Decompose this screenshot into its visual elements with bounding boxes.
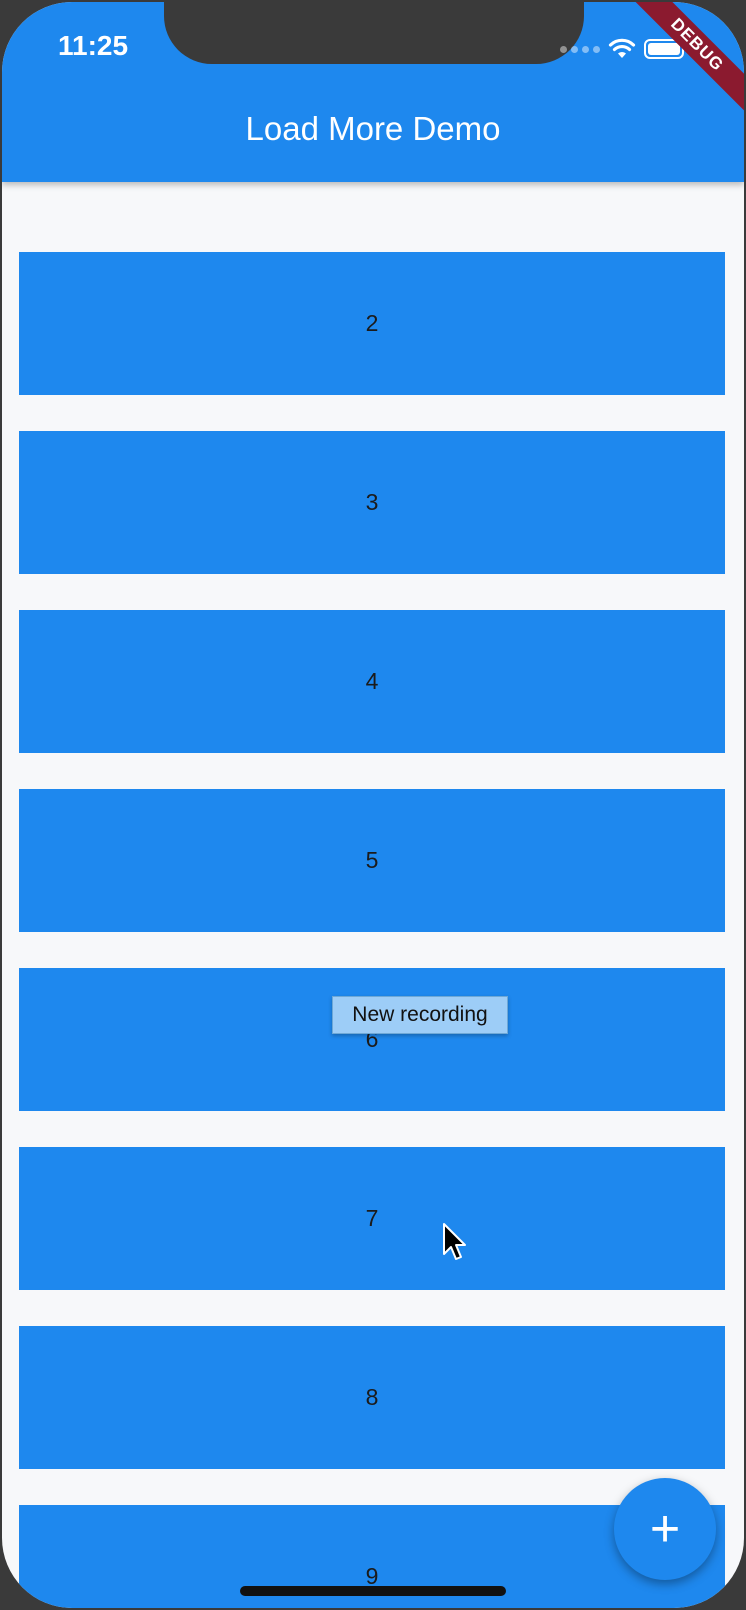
list-item[interactable]: 4 [19, 610, 725, 753]
add-button[interactable]: + [614, 1478, 716, 1580]
list-item[interactable]: 8 [19, 1326, 725, 1469]
plus-icon: + [649, 1500, 681, 1558]
app-screen: 2 3 4 5 6 7 8 9 Load More Demo 11:25 DEB… [2, 2, 744, 1608]
status-time: 11:25 [58, 30, 129, 61]
list-item-label: 4 [365, 668, 379, 694]
device-notch [164, 2, 584, 64]
item-list[interactable]: 2 3 4 5 6 7 8 9 [2, 2, 744, 1608]
recording-tooltip: New recording [332, 996, 508, 1034]
home-indicator[interactable] [240, 1586, 506, 1596]
list-item[interactable]: 7 [19, 1147, 725, 1290]
list-item[interactable]: 3 [19, 431, 725, 574]
list-item-label: 8 [365, 1384, 379, 1410]
page-title: Load More Demo [245, 110, 501, 147]
list-item[interactable]: 6 [19, 968, 725, 1111]
device-frame: 2 3 4 5 6 7 8 9 Load More Demo 11:25 DEB… [0, 0, 746, 1610]
cellular-signal-icon [560, 45, 600, 53]
list-item[interactable]: 2 [19, 252, 725, 395]
list-item-label: 3 [365, 489, 379, 515]
wifi-icon [608, 38, 636, 58]
list-item-label: 5 [365, 847, 379, 873]
status-icons [560, 36, 684, 62]
mouse-cursor-icon [443, 1223, 466, 1260]
list-item-label: 7 [365, 1205, 379, 1231]
list-item-label: 2 [365, 310, 379, 336]
list-item[interactable]: 5 [19, 789, 725, 932]
